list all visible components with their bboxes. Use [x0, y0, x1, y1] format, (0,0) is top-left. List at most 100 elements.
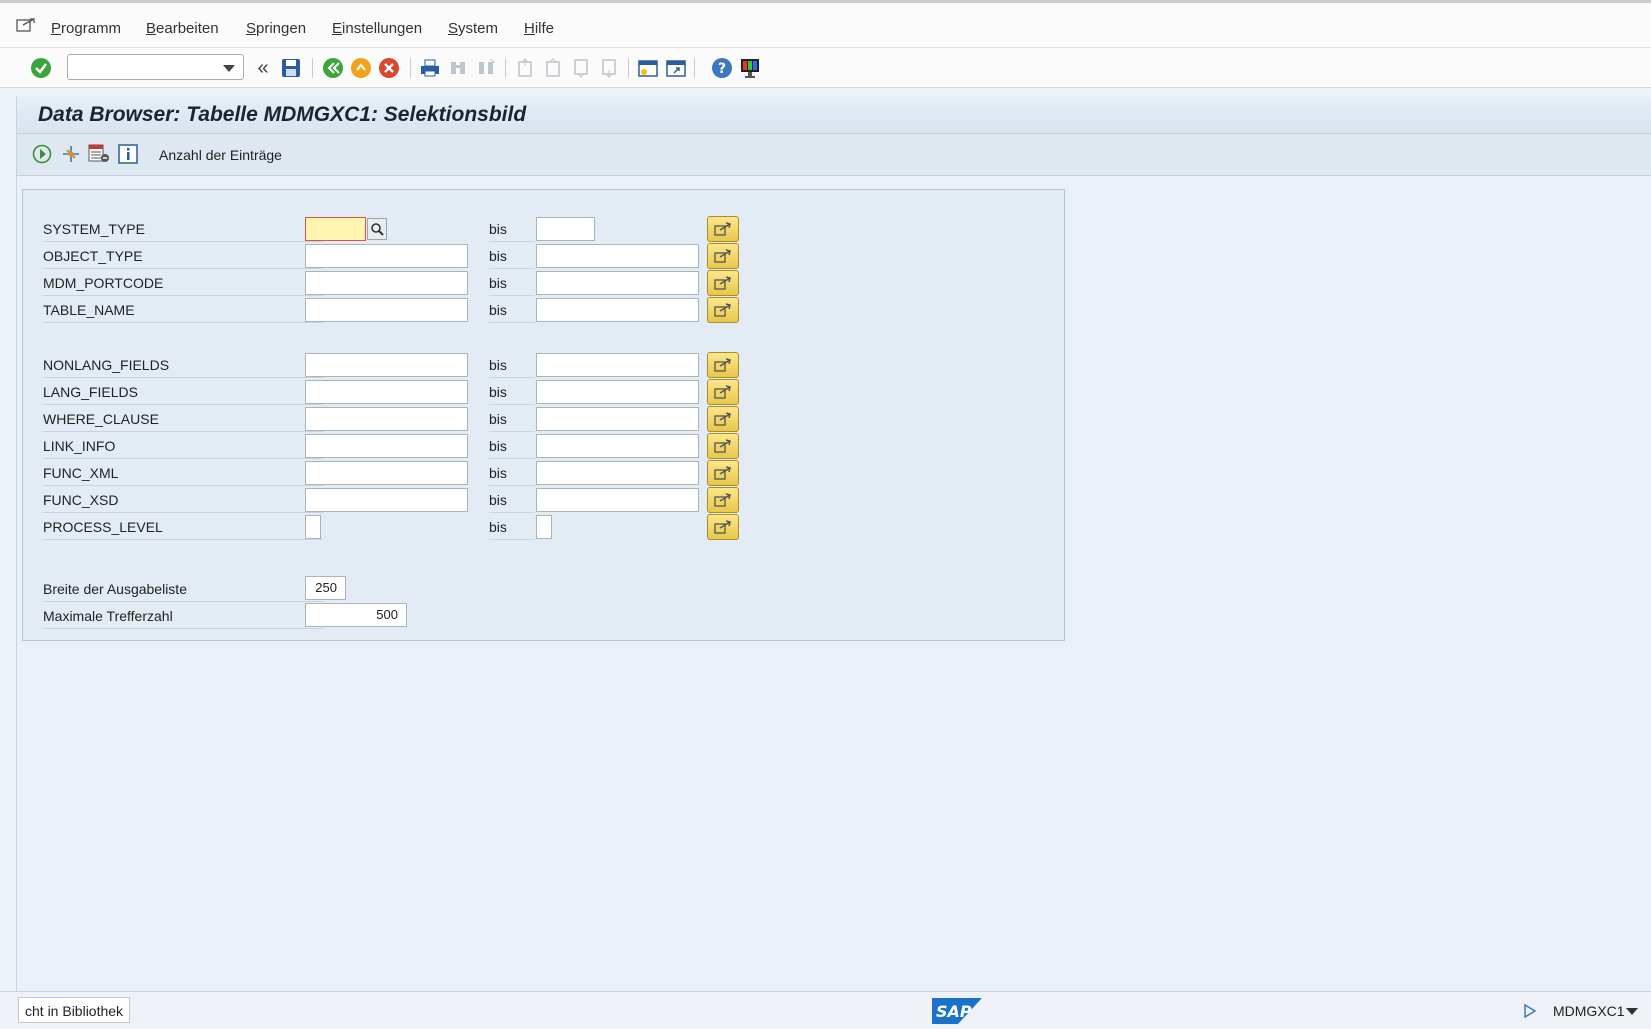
to-input[interactable] — [536, 488, 699, 512]
to-input[interactable] — [536, 407, 699, 431]
print-icon[interactable] — [418, 56, 442, 80]
from-input[interactable] — [305, 434, 468, 458]
from-input[interactable] — [305, 217, 366, 241]
multiple-selection-arrow-icon — [714, 303, 731, 317]
multiple-selection-arrow-icon — [714, 276, 731, 290]
from-input[interactable] — [305, 461, 468, 485]
customize-layout-icon[interactable] — [738, 56, 762, 80]
bis-label: bis — [489, 270, 535, 296]
help-icon[interactable]: ? — [710, 56, 734, 80]
toolbar-separator — [312, 58, 313, 78]
menu-hilfe[interactable]: Hilfe — [524, 20, 554, 37]
find-icon — [446, 56, 470, 80]
from-input[interactable] — [305, 407, 468, 431]
from-input[interactable] — [305, 271, 468, 295]
svg-text:SAP: SAP — [936, 1002, 972, 1021]
multiple-selection-arrow-icon — [714, 358, 731, 372]
find-next-icon — [474, 56, 498, 80]
menu-exit-icon[interactable] — [16, 17, 36, 33]
new-session-icon[interactable] — [636, 56, 660, 80]
field-label: LINK_INFO — [43, 433, 323, 459]
count-entries-button[interactable]: Anzahl der Einträge — [159, 147, 282, 163]
bis-label: bis — [489, 216, 535, 242]
from-input[interactable] — [305, 298, 468, 322]
to-input[interactable] — [536, 434, 699, 458]
width-label: Breite der Ausgabeliste — [43, 576, 323, 602]
multiple-selection-button[interactable] — [707, 243, 739, 269]
multiple-selection-button[interactable] — [707, 216, 739, 242]
multiple-selection-button[interactable] — [707, 270, 739, 296]
sap-logo-icon: SAP — [932, 998, 982, 1024]
menu-bar: Programm Bearbeiten Springen Einstellung… — [0, 0, 1651, 48]
main-content: Data Browser: Tabelle MDMGXC1: Selektion… — [16, 96, 1651, 991]
bis-label: bis — [489, 379, 535, 405]
create-shortcut-icon[interactable] — [664, 56, 688, 80]
to-input[interactable] — [536, 271, 699, 295]
multiple-selection-arrow-icon — [714, 249, 731, 263]
toolbar-separator — [410, 58, 411, 78]
chevron-down-icon[interactable] — [1626, 1008, 1638, 1016]
last-page-icon — [597, 56, 621, 80]
info-icon[interactable] — [117, 143, 139, 165]
play-triangle-icon[interactable] — [1524, 1004, 1536, 1018]
field-label: PROCESS_LEVEL — [43, 514, 323, 540]
to-input[interactable] — [536, 217, 595, 241]
exit-icon[interactable] — [349, 56, 373, 80]
multiple-selection-button[interactable] — [707, 514, 739, 540]
enter-check-icon[interactable] — [29, 56, 53, 80]
from-input[interactable] — [305, 380, 468, 404]
width-input[interactable]: 250 — [305, 576, 346, 600]
to-input[interactable] — [536, 461, 699, 485]
from-input[interactable] — [305, 515, 321, 539]
bis-label: bis — [489, 433, 535, 459]
command-field[interactable] — [67, 54, 244, 80]
menu-springen[interactable]: Springen — [246, 20, 306, 37]
status-message[interactable]: cht in Bibliothek — [18, 997, 131, 1023]
field-label: NONLANG_FIELDS — [43, 352, 323, 378]
bis-label: bis — [489, 352, 535, 378]
from-input[interactable] — [305, 244, 468, 268]
field-label: FUNC_XSD — [43, 487, 323, 513]
multiple-selection-button[interactable] — [707, 297, 739, 323]
to-input[interactable] — [536, 353, 699, 377]
multiple-selection-arrow-icon — [714, 222, 731, 236]
chevron-down-icon[interactable] — [223, 65, 235, 72]
menu-programm[interactable]: Programm — [51, 20, 121, 37]
svg-text:?: ? — [718, 61, 726, 77]
execute-icon[interactable] — [31, 143, 53, 165]
to-input[interactable] — [536, 298, 699, 322]
first-page-icon — [513, 56, 537, 80]
bis-label: bis — [489, 487, 535, 513]
from-input[interactable] — [305, 488, 468, 512]
save-icon[interactable] — [279, 56, 303, 80]
menu-system[interactable]: System — [448, 20, 498, 37]
multiple-selection-button[interactable] — [707, 433, 739, 459]
cancel-icon[interactable] — [377, 56, 401, 80]
toolbar-separator — [694, 58, 695, 78]
value-help-button[interactable] — [367, 218, 387, 240]
bis-label: bis — [489, 460, 535, 486]
menu-bearbeiten[interactable]: Bearbeiten — [146, 20, 219, 37]
toolbar-separator — [505, 58, 506, 78]
max-hits-label: Maximale Trefferzahl — [43, 603, 323, 629]
double-chevron-left-icon[interactable]: « — [251, 56, 275, 80]
selection-options-icon[interactable] — [60, 143, 82, 165]
to-input[interactable] — [536, 515, 552, 539]
multiple-selection-arrow-icon — [714, 385, 731, 399]
menu-einstellungen[interactable]: Einstellungen — [332, 20, 422, 37]
multiple-selection-button[interactable] — [707, 487, 739, 513]
multiple-selection-button[interactable] — [707, 379, 739, 405]
multiple-selection-button[interactable] — [707, 460, 739, 486]
delete-selection-icon[interactable] — [88, 143, 110, 165]
field-label: MDM_PORTCODE — [43, 270, 323, 296]
multiple-selection-arrow-icon — [714, 412, 731, 426]
multiple-selection-button[interactable] — [707, 406, 739, 432]
to-input[interactable] — [536, 380, 699, 404]
multiple-selection-arrow-icon — [714, 439, 731, 453]
max-hits-input[interactable]: 500 — [305, 603, 407, 627]
field-label: SYSTEM_TYPE — [43, 216, 323, 242]
from-input[interactable] — [305, 353, 468, 377]
to-input[interactable] — [536, 244, 699, 268]
back-icon[interactable] — [321, 56, 345, 80]
multiple-selection-button[interactable] — [707, 352, 739, 378]
